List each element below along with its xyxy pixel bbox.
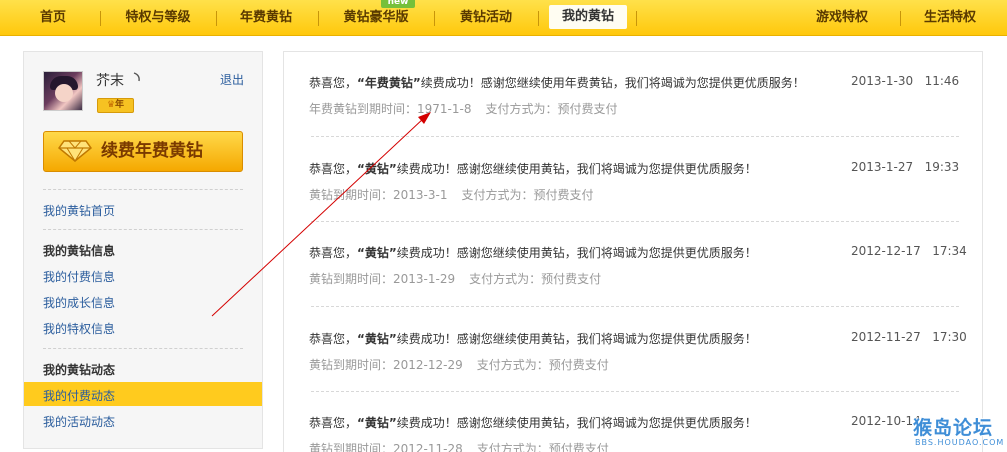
- nav-privilege-level[interactable]: 特权与等级: [108, 0, 208, 36]
- sidebar-item-pay-activity-label: 我的付费动态: [43, 389, 116, 403]
- sidebar-item-pay-info[interactable]: 我的付费信息: [43, 268, 115, 285]
- sidebar-heading-activity: 我的黄钻动态: [43, 363, 116, 377]
- nav-divider: [100, 11, 101, 26]
- crown-icon: ♛: [106, 100, 116, 110]
- payment-activity-list: 恭喜您，“年费黄钻”续费成功！感谢您继续使用年费黄钻，我们将竭诚为您提供更优质服…: [283, 51, 983, 452]
- entry-message: 恭喜您，“黄钻”续费成功！感谢您继续使用黄钻，我们将竭诚为您提供更优质服务！: [309, 162, 757, 176]
- entry-datetime: 2013-1-27 19:33: [851, 160, 960, 174]
- nav-annual-yellow-diamond[interactable]: 年费黄钻: [222, 0, 310, 36]
- entry-details: 黄钻到期时间：2012-11-28 支付方式为：预付费支付: [309, 440, 609, 452]
- nav-divider: [636, 11, 637, 26]
- forum-watermark: 猴岛论坛 BBS.HOUDAO.COM: [913, 413, 1003, 450]
- nav-divider: [318, 11, 319, 26]
- entry-details: 黄钻到期时间：2013-3-1 支付方式为：预付费支付: [309, 188, 594, 202]
- nav-divider: [434, 11, 435, 26]
- row-divider: [311, 221, 959, 222]
- nav-my-yellow-diamond[interactable]: 我的黄钻: [549, 5, 627, 29]
- sidebar-item-growth-info[interactable]: 我的成长信息: [43, 294, 115, 311]
- expire-date: 2013-1-29: [393, 272, 456, 286]
- sidebar-divider: [43, 229, 243, 230]
- signal-icon: [133, 72, 140, 82]
- renew-button-label: 续费年费黄钻: [101, 141, 203, 161]
- sidebar-item-home[interactable]: 我的黄钻首页: [43, 202, 115, 219]
- row-divider: [311, 306, 959, 307]
- avatar[interactable]: [43, 71, 83, 111]
- annual-badge: ♛年: [97, 98, 134, 113]
- sidebar: 芥末 退出 ♛年 续费年费黄钻 我的黄钻首页 我的黄钻信息 我的付费信息 我的成…: [23, 51, 263, 449]
- nav-activities[interactable]: 黄钻活动: [442, 0, 530, 36]
- sidebar-heading-info: 我的黄钻信息: [43, 244, 116, 258]
- nav-divider: [216, 11, 217, 26]
- expire-date: 2012-11-28: [393, 442, 463, 452]
- watermark-url: BBS.HOUDAO.COM: [915, 438, 1005, 447]
- entry-details: 黄钻到期时间：2012-12-29 支付方式为：预付费支付: [309, 358, 609, 372]
- expire-date: 2012-12-29: [393, 358, 463, 372]
- entry-message: 恭喜您，“年费黄钻”续费成功！感谢您继续使用年费黄钻，我们将竭诚为您提供更优质服…: [309, 76, 805, 90]
- nav-life-privilege[interactable]: 生活特权: [908, 0, 992, 36]
- entry-datetime: 2013-1-30 11:46: [851, 74, 960, 88]
- entry-datetime: 2012-12-17 17:34: [851, 244, 967, 258]
- diamond-icon: [58, 140, 92, 162]
- top-navigation: 首页 特权与等级 年费黄钻 黄钻豪华版 new 黄钻活动 我的黄钻 游戏特权 生…: [0, 0, 1007, 36]
- username: 芥末: [96, 73, 124, 89]
- expire-date: 2013-3-1: [393, 188, 448, 202]
- row-divider: [311, 136, 959, 137]
- entry-details: 黄钻到期时间：2013-1-29 支付方式为：预付费支付: [309, 272, 602, 286]
- entry-message: 恭喜您，“黄钻”续费成功！感谢您继续使用黄钻，我们将竭诚为您提供更优质服务！: [309, 332, 757, 346]
- logout-link[interactable]: 退出: [220, 71, 244, 88]
- nav-game-privilege[interactable]: 游戏特权: [800, 0, 884, 36]
- sidebar-item-privilege-info[interactable]: 我的特权信息: [43, 320, 115, 337]
- annual-badge-label: 年: [115, 100, 125, 110]
- entry-message: 恭喜您，“黄钻”续费成功！感谢您继续使用黄钻，我们将竭诚为您提供更优质服务！: [309, 416, 757, 430]
- avatar-face: [55, 84, 73, 102]
- new-badge: new: [381, 0, 415, 8]
- sidebar-divider: [43, 348, 243, 349]
- nav-home[interactable]: 首页: [20, 0, 86, 36]
- entry-message: 恭喜您，“黄钻”续费成功！感谢您继续使用黄钻，我们将竭诚为您提供更优质服务！: [309, 246, 757, 260]
- entry-datetime: 2012-11-27 17:30: [851, 330, 967, 344]
- sidebar-divider: [43, 189, 243, 190]
- nav-divider: [900, 11, 901, 26]
- renew-annual-button[interactable]: 续费年费黄钻: [43, 131, 243, 172]
- watermark-logo-text: 猴岛论坛: [913, 417, 994, 439]
- expire-date: 1971-1-8: [417, 102, 472, 116]
- nav-divider: [538, 11, 539, 26]
- entry-details: 年费黄钻到期时间：1971-1-8 支付方式为：预付费支付: [309, 102, 618, 116]
- row-divider: [311, 391, 959, 392]
- sidebar-item-event-activity[interactable]: 我的活动动态: [43, 413, 115, 430]
